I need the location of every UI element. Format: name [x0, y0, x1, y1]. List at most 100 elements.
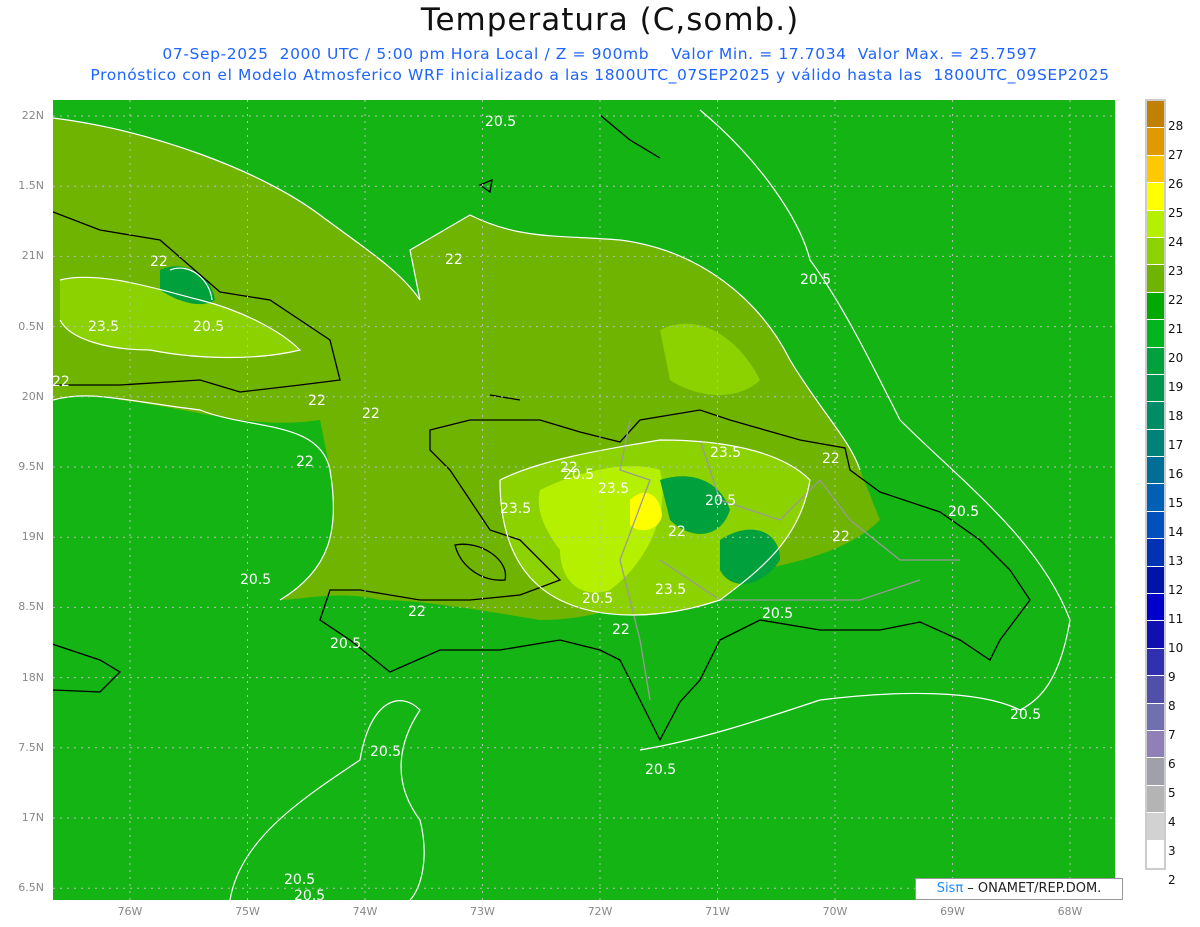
lat-tick-label: 0.5N — [18, 319, 44, 333]
colorbar-label: 14 — [1168, 525, 1184, 539]
colorbar-label: 13 — [1168, 554, 1184, 568]
colorbar-swatch — [1147, 566, 1164, 595]
contour-label: 20.5 — [762, 606, 793, 622]
map-subtitle-model: Pronóstico con el Modelo Atmosferico WRF… — [90, 66, 1110, 84]
lat-tick-label: 8.5N — [18, 600, 44, 614]
colorbar-swatch — [1147, 511, 1164, 540]
colorbar-label: 26 — [1168, 177, 1184, 191]
contour-label: 20.5 — [582, 591, 613, 607]
contour-label: 20.5 — [284, 872, 315, 888]
colorbar-swatch — [1147, 429, 1164, 458]
colorbar-swatch — [1147, 101, 1164, 129]
lon-tick-label: 69W — [940, 905, 965, 918]
contour-label: 20.5 — [705, 493, 736, 509]
logo-brand: Sisπ — [936, 881, 964, 896]
colorbar-label: 2 — [1168, 873, 1176, 887]
colorbar-label: 25 — [1168, 206, 1184, 220]
colorbar-swatch — [1147, 840, 1164, 868]
lat-tick-label: 20N — [21, 389, 44, 403]
colorbar-label: 27 — [1168, 148, 1184, 162]
contour-label: 22 — [822, 451, 840, 467]
colorbar-label: 22 — [1168, 293, 1184, 307]
contour-label: 22 — [53, 374, 70, 390]
contour-label: 22 — [612, 622, 630, 638]
lat-tick-label: 7.5N — [18, 740, 44, 754]
colorbar-swatch — [1147, 292, 1164, 321]
lon-tick-label: 76W — [117, 905, 143, 918]
map-subtitle-time: 07-Sep-2025 2000 UTC / 5:00 pm Hora Loca… — [162, 45, 1038, 63]
colorbar-swatch — [1147, 648, 1164, 677]
contour-label: 22 — [408, 604, 426, 620]
lon-tick-label: 71W — [705, 905, 730, 918]
temperature-map: 20.5 22 22 23.5 20.5 22 22 22 22 23.5 22 23.5 23.5 20… — [53, 100, 1115, 900]
colorbar-swatch — [1147, 539, 1164, 567]
colorbar-label: 21 — [1168, 322, 1184, 336]
colorbar-label: 12 — [1168, 583, 1184, 597]
lon-tick-label: 68W — [1057, 905, 1083, 918]
colorbar-label: 11 — [1168, 612, 1184, 626]
colorbar-label: 24 — [1168, 235, 1184, 249]
colorbar-swatch — [1147, 210, 1164, 238]
colorbar-label: 17 — [1168, 438, 1184, 452]
contour-label: 20.5 — [370, 744, 401, 760]
contour-label: 20.5 — [294, 888, 325, 900]
colorbar-swatch — [1147, 484, 1164, 512]
colorbar-swatch — [1147, 128, 1164, 156]
colorbar-swatch — [1147, 347, 1164, 375]
colorbar-label: 6 — [1168, 757, 1176, 771]
colorbar-label: 19 — [1168, 380, 1184, 394]
lat-tick-label: 17N — [21, 811, 44, 824]
colorbar — [1145, 99, 1166, 870]
contour-label: 20.5 — [800, 272, 831, 288]
colorbar-swatch — [1147, 621, 1164, 649]
colorbar-swatch — [1147, 155, 1164, 184]
lon-tick-label: 73W — [470, 905, 495, 918]
contour-label: 23.5 — [710, 445, 741, 461]
contour-label: 23.5 — [598, 481, 629, 497]
lat-tick-label: 18N — [21, 670, 44, 684]
lon-tick-label: 70W — [822, 905, 848, 918]
contour-label: 22 — [296, 454, 314, 470]
colorbar-label: 20 — [1168, 351, 1184, 365]
lon-tick-label: 75W — [235, 905, 260, 918]
colorbar-swatch — [1147, 402, 1164, 430]
colorbar-label: 7 — [1168, 728, 1176, 742]
colorbar-swatch — [1147, 265, 1164, 293]
contour-label: 22 — [308, 393, 326, 409]
lon-tick-label: 74W — [352, 905, 378, 918]
colorbar-swatch — [1147, 374, 1164, 403]
colorbar-swatch — [1147, 183, 1164, 211]
lat-tick-label: 9.5N — [18, 460, 44, 473]
contour-label: 20.5 — [485, 114, 516, 130]
lat-tick-label: 1.5N — [18, 179, 44, 193]
contour-label: 20.5 — [645, 762, 676, 778]
colorbar-swatch — [1147, 320, 1164, 348]
colorbar-swatch — [1147, 237, 1164, 266]
contour-label: 20.5 — [240, 572, 271, 588]
lat-tick-label: 22N — [21, 109, 44, 122]
colorbar-swatch — [1147, 813, 1164, 841]
colorbar-label: 15 — [1168, 496, 1184, 510]
lon-tick-label: 72W — [587, 905, 613, 918]
colorbar-swatch — [1147, 676, 1164, 704]
colorbar-label: 28 — [1168, 119, 1184, 133]
lat-tick-label: 21N — [21, 249, 44, 263]
colorbar-swatch — [1147, 457, 1164, 485]
lat-tick-label: 19N — [21, 530, 44, 544]
contour-label: 20.5 — [330, 636, 361, 652]
colorbar-label: 23 — [1168, 264, 1184, 278]
colorbar-label: 16 — [1168, 467, 1184, 481]
colorbar-label: 18 — [1168, 409, 1184, 423]
colorbar-swatch — [1147, 703, 1164, 731]
contour-label: 20.5 — [1010, 707, 1041, 723]
colorbar-label: 3 — [1168, 844, 1176, 858]
logo-text: – ONAMET/REP.DOM. — [963, 881, 1102, 896]
map-title: Temperatura (C,somb.) — [420, 2, 800, 38]
contour-label: 23.5 — [655, 582, 686, 598]
contour-label: 22 — [560, 460, 578, 476]
colorbar-swatch — [1147, 758, 1164, 786]
colorbar-label: 8 — [1168, 699, 1176, 713]
colorbar-swatch — [1147, 785, 1164, 814]
contour-label: 22 — [445, 252, 463, 268]
contour-label: 23.5 — [500, 501, 531, 517]
